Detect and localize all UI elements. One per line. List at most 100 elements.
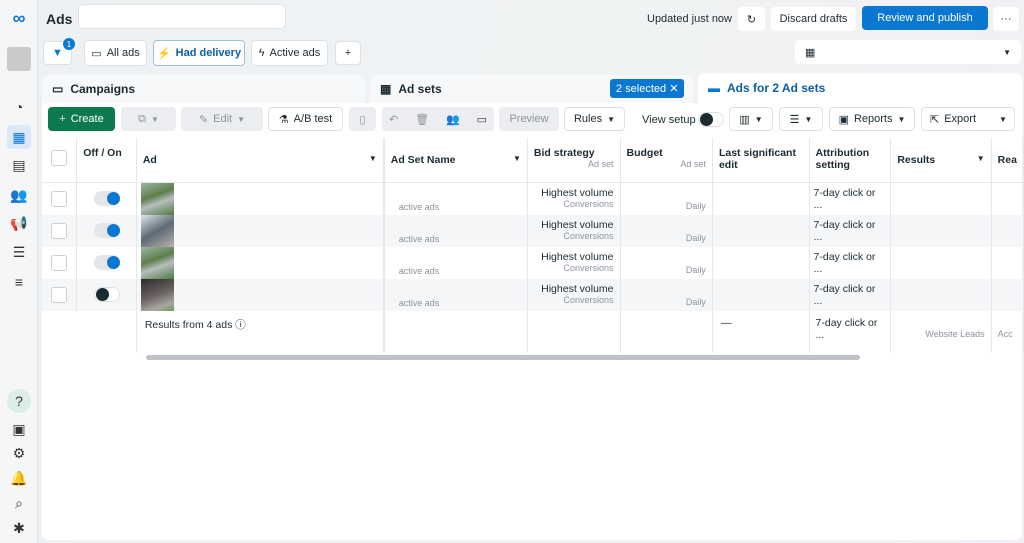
ad-status-toggle[interactable]: [93, 190, 120, 206]
row-checkbox[interactable]: [51, 286, 68, 303]
settings-gear-icon[interactable]: ⚙: [7, 441, 31, 465]
selected-badge[interactable]: 2 selected ✕: [610, 79, 685, 98]
sort-icon[interactable]: ▼: [977, 154, 985, 163]
all-ads-button[interactable]: ▭ All ads: [84, 40, 147, 66]
header-off-on[interactable]: Off / On: [76, 138, 137, 183]
bell-icon[interactable]: 🔔: [7, 466, 31, 490]
ad-status-toggle[interactable]: [93, 254, 120, 270]
tab-ad-sets[interactable]: ▦ Ad sets 2 selected ✕: [370, 75, 693, 103]
breakdown-icon: ☰: [789, 113, 800, 126]
header-ad[interactable]: Ad ▼: [136, 138, 385, 183]
discard-drafts-button[interactable]: Discard drafts: [771, 7, 856, 31]
close-icon[interactable]: ✕: [669, 83, 678, 95]
ad-cell[interactable]: [136, 182, 385, 215]
adset-name[interactable]: active ads: [382, 278, 528, 311]
trash-icon[interactable]: 🗑: [415, 113, 429, 126]
menu-icon[interactable]: ≡: [7, 270, 31, 294]
adset-name[interactable]: active ads: [382, 214, 528, 247]
ad-thumbnail[interactable]: [140, 214, 174, 247]
undo-icon[interactable]: ↶: [389, 113, 398, 126]
audiences-icon[interactable]: 👥: [7, 183, 31, 207]
help-icon[interactable]: ?: [7, 389, 31, 413]
ad-thumbnail[interactable]: [140, 182, 174, 215]
header-ad-set-name[interactable]: Ad Set Name ▼: [382, 138, 528, 183]
filter-button[interactable]: ▼ 1: [43, 38, 75, 65]
news-icon[interactable]: ▣: [7, 417, 31, 441]
sort-icon[interactable]: ▼: [369, 154, 377, 163]
breakdown-button[interactable]: ☰ ▼: [779, 107, 823, 131]
ad-status-toggle[interactable]: [93, 222, 120, 238]
duplicate-button[interactable]: ⧉ ▼: [121, 107, 176, 131]
ad-status-toggle[interactable]: [93, 286, 120, 302]
tab-ads[interactable]: ▬ Ads for 2 Ad sets: [698, 73, 1022, 103]
adset-name[interactable]: active ads: [382, 182, 528, 215]
meta-logo-icon[interactable]: ∞: [7, 6, 31, 30]
view-selector-dropdown[interactable]: ▦ ▼: [795, 40, 1021, 64]
columns-button[interactable]: ▥ ▼: [729, 107, 773, 131]
header-reach[interactable]: Rea: [991, 138, 1024, 183]
account-avatar[interactable]: [7, 47, 31, 71]
had-delivery-button[interactable]: ⚡ Had delivery: [153, 40, 245, 66]
tab-ad-sets-label: Ad sets: [398, 82, 442, 96]
sort-icon[interactable]: ▼: [513, 154, 521, 163]
ad-thumbnail[interactable]: [140, 278, 174, 311]
header-attribution[interactable]: Attribution setting: [809, 138, 892, 183]
ad-thumbnail[interactable]: [140, 246, 174, 279]
all-ads-label: All ads: [106, 47, 140, 59]
billing-icon[interactable]: ☰: [7, 240, 31, 264]
row-checkbox[interactable]: [51, 254, 68, 271]
table-row[interactable]: active ads Highest volume Conversions Dai…: [42, 182, 1024, 215]
pages-icon[interactable]: ▤: [7, 153, 31, 177]
ad-sets-grid-icon: ▦: [380, 82, 392, 96]
chevron-down-icon[interactable]: ▼: [999, 115, 1007, 124]
reports-button[interactable]: ▣ Reports ▼: [829, 107, 915, 131]
header-last-edit[interactable]: Last significant edit: [712, 138, 810, 183]
bid-strategy: Highest volume: [541, 282, 614, 295]
view-setup-toggle[interactable]: [698, 112, 724, 127]
active-ads-label: Active ads: [269, 47, 321, 59]
table-row[interactable]: active ads Highest volume Conversions Dai…: [42, 246, 1024, 279]
bug-icon[interactable]: ✱: [7, 516, 31, 540]
header-results[interactable]: Results ▼: [890, 138, 992, 183]
row-checkbox[interactable]: [51, 222, 68, 239]
footer-results-sub: Website Leads: [890, 310, 992, 353]
ad-cell[interactable]: [136, 278, 385, 311]
clipboard-button[interactable]: ▯: [349, 107, 376, 131]
active-ads-button[interactable]: ϟ Active ads: [251, 40, 328, 66]
ads-manager-table-icon[interactable]: ▦: [7, 125, 31, 149]
rules-button[interactable]: Rules ▼: [564, 107, 625, 131]
ab-test-button[interactable]: ⚗ A/B test: [268, 107, 343, 131]
comment-icon[interactable]: ▭: [477, 113, 487, 126]
info-icon[interactable]: ⓘ: [235, 319, 246, 331]
people-icon[interactable]: 👥: [446, 113, 460, 126]
header-budget[interactable]: Budget Ad set: [620, 138, 713, 183]
table-row[interactable]: active ads Highest volume Conversions Dai…: [42, 278, 1024, 311]
pencil-icon: ✎: [198, 113, 209, 126]
preview-button[interactable]: Preview: [499, 107, 559, 131]
create-button[interactable]: + Create: [48, 107, 115, 131]
ad-cell[interactable]: [136, 246, 385, 279]
adset-name[interactable]: active ads: [382, 246, 528, 279]
tab-campaigns[interactable]: ▭ Campaigns: [42, 75, 365, 103]
select-cell: [42, 278, 78, 311]
ad-cell[interactable]: [136, 214, 385, 247]
select-all-checkbox[interactable]: [51, 150, 68, 166]
refresh-button[interactable]: ↻: [738, 7, 765, 31]
row-checkbox[interactable]: [51, 190, 68, 207]
dashboard-icon[interactable]: ◔: [7, 95, 31, 119]
edit-button[interactable]: ✎ Edit ▼: [181, 107, 263, 131]
search-icon[interactable]: ⌕: [7, 491, 31, 515]
table-row[interactable]: active ads Highest volume Conversions Dai…: [42, 214, 1024, 247]
header-bid-strategy[interactable]: Bid strategy Ad set: [527, 138, 621, 183]
horizontal-scrollbar[interactable]: [146, 355, 860, 360]
megaphone-icon[interactable]: 📢: [7, 211, 31, 235]
search-input[interactable]: [78, 4, 286, 29]
export-button[interactable]: ⇱ Export ▼: [921, 107, 1015, 131]
more-button[interactable]: ···: [993, 7, 1019, 31]
columns-icon: ▥: [739, 113, 750, 126]
folder-icon: ▭: [91, 47, 102, 60]
add-filter-button[interactable]: +: [335, 41, 361, 65]
review-publish-button[interactable]: Review and publish: [862, 6, 988, 30]
header-results-label: Results: [897, 154, 936, 166]
toggle-cell: [76, 246, 137, 279]
